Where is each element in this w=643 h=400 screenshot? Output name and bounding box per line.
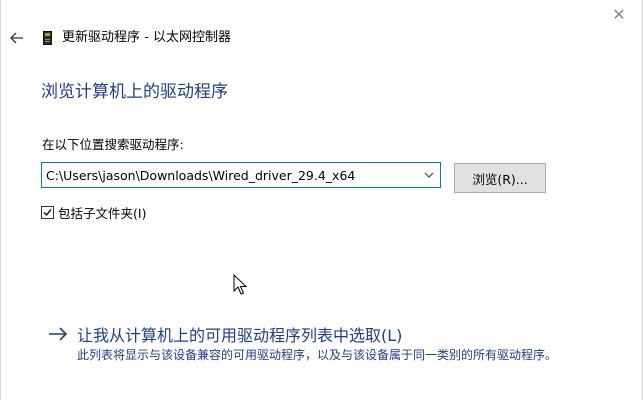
right-arrow-icon [49,327,68,341]
browse-button[interactable]: 浏览(R)... [454,163,546,193]
network-device-icon [43,31,52,45]
chevron-down-icon[interactable] [422,167,436,183]
driver-path-combobox[interactable] [41,162,441,188]
back-button[interactable] [9,26,25,50]
search-location-label: 在以下位置搜索驱动程序: [42,137,184,152]
checkmark-icon [43,208,52,216]
update-driver-window: ✕ 更新驱动程序 - 以太网控制器 浏览计算机上的驱动程序 在以下位置搜索驱动程… [0,0,643,400]
driver-path-input[interactable] [42,163,418,187]
pick-from-list-description: 此列表将显示与该设备兼容的可用驱动程序，以及与该设备属于同一类别的所有驱动程序。 [77,348,558,362]
page-heading: 浏览计算机上的驱动程序 [41,82,228,102]
pick-from-list-link[interactable]: 让我从计算机上的可用驱动程序列表中选取(L) [48,321,402,347]
close-button[interactable]: ✕ [596,0,642,28]
close-icon: ✕ [612,4,626,24]
mouse-pointer-icon [233,274,247,295]
window-title: 更新驱动程序 - 以太网控制器 [62,30,231,45]
include-subfolders-label: 包括子文件夹(I) [58,205,147,221]
back-arrow-icon [10,32,23,44]
pick-from-list-text[interactable]: 让我从计算机上的可用驱动程序列表中选取(L) [77,322,402,346]
include-subfolders-checkbox[interactable] [41,205,54,219]
include-subfolders-option[interactable]: 包括子文件夹(I) [41,203,146,221]
